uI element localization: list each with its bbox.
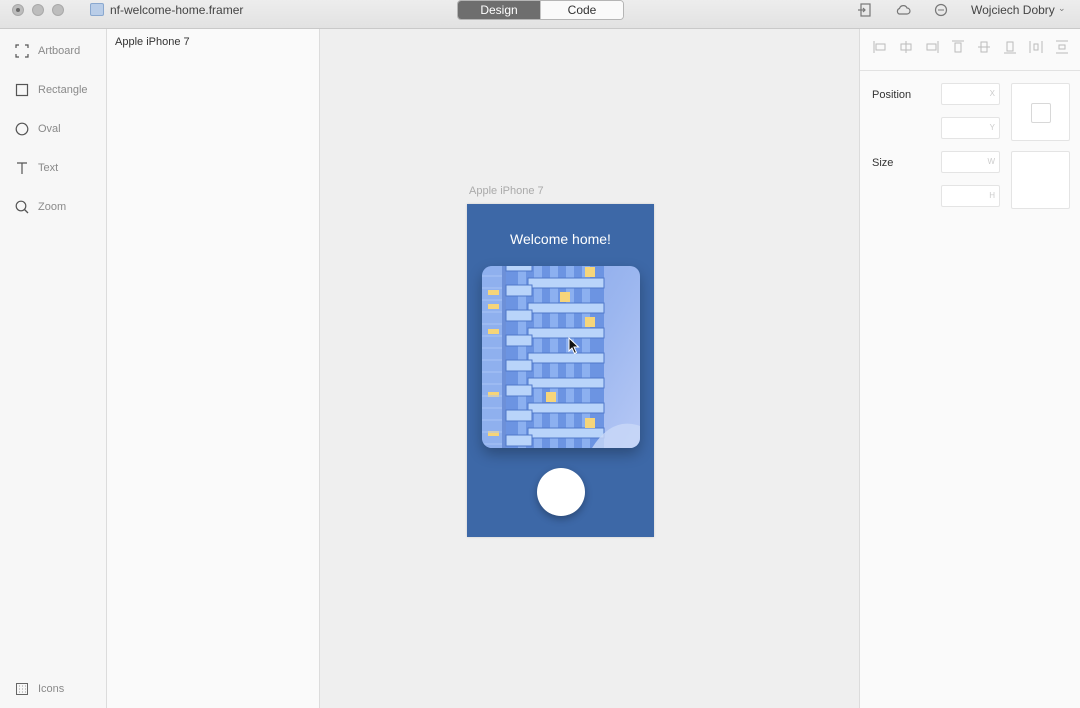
- layer-item[interactable]: Apple iPhone 7: [115, 36, 190, 48]
- building-illustration: [482, 266, 640, 448]
- align-left-icon[interactable]: [872, 39, 888, 55]
- artboard[interactable]: Welcome home!: [467, 204, 654, 537]
- distribute-horizontal-icon[interactable]: [1028, 39, 1044, 55]
- align-center-vertical-icon[interactable]: [976, 39, 992, 55]
- size-height-field[interactable]: H: [941, 185, 1000, 207]
- align-top-icon[interactable]: [950, 39, 966, 55]
- distribute-vertical-icon[interactable]: [1054, 39, 1070, 55]
- tool-label: Artboard: [38, 45, 81, 57]
- position-y-field[interactable]: Y: [941, 117, 1000, 139]
- tool-label: Rectangle: [38, 84, 88, 96]
- rectangle-icon: [15, 83, 29, 97]
- tool-label: Icons: [38, 683, 65, 695]
- tab-design[interactable]: Design: [458, 1, 540, 19]
- x-field-suffix: X: [989, 89, 995, 98]
- chat-icon[interactable]: [933, 3, 949, 17]
- h-field-suffix: H: [989, 191, 995, 200]
- zoom-icon: [15, 200, 29, 214]
- oval-icon: [15, 122, 29, 136]
- grid-icon: [16, 683, 28, 695]
- title-bar: nf-welcome-home.framer Design Code Wojci…: [0, 0, 1080, 29]
- y-field-suffix: Y: [989, 123, 995, 132]
- document-title: nf-welcome-home.framer: [110, 3, 244, 17]
- divider: [860, 70, 1080, 71]
- alignment-toolbar: [872, 39, 1070, 55]
- tool-oval[interactable]: Oval: [14, 120, 61, 138]
- tool-rectangle[interactable]: Rectangle: [14, 81, 88, 99]
- mouse-cursor-icon: [568, 337, 580, 355]
- size-preview: [1011, 151, 1070, 209]
- position-x-field[interactable]: X: [941, 83, 1000, 105]
- align-bottom-icon[interactable]: [1002, 39, 1018, 55]
- tool-label: Oval: [38, 123, 61, 135]
- tool-label: Zoom: [38, 201, 67, 213]
- canvas[interactable]: Apple iPhone 7 Welcome home!: [320, 29, 859, 708]
- position-preview: [1011, 83, 1070, 141]
- w-field-suffix: W: [987, 157, 995, 166]
- exit-icon[interactable]: [857, 3, 873, 17]
- minimize-window-button[interactable]: [32, 4, 44, 16]
- size-label: Size: [872, 157, 894, 169]
- welcome-heading: Welcome home!: [510, 231, 611, 247]
- document-icon: [90, 3, 104, 16]
- tab-code[interactable]: Code: [540, 1, 623, 19]
- tool-text[interactable]: Text: [14, 159, 58, 177]
- artboard-icon: [15, 44, 29, 58]
- inspector-panel: Position X Y Size W H: [859, 29, 1080, 708]
- size-width-field[interactable]: W: [941, 151, 1000, 173]
- cloud-icon[interactable]: [895, 3, 911, 17]
- close-window-button[interactable]: [12, 4, 24, 16]
- text-icon: [17, 162, 27, 174]
- tool-icons[interactable]: Icons: [14, 680, 64, 698]
- artboard-label[interactable]: Apple iPhone 7: [469, 185, 544, 197]
- mode-switcher: Design Code: [457, 0, 624, 20]
- layers-panel: Apple iPhone 7: [107, 29, 320, 708]
- tool-label: Text: [38, 162, 59, 174]
- tool-sidebar: Artboard Rectangle Oval Text Zoom Icons: [0, 29, 107, 708]
- tool-artboard[interactable]: Artboard: [14, 42, 80, 60]
- user-menu[interactable]: Wojciech Dobry: [971, 3, 1055, 17]
- primary-action-button[interactable]: [537, 468, 585, 516]
- align-right-icon[interactable]: [924, 39, 940, 55]
- position-preview-box: [1031, 103, 1051, 123]
- align-center-horizontal-icon[interactable]: [898, 39, 914, 55]
- position-label: Position: [872, 89, 912, 101]
- tool-zoom[interactable]: Zoom: [14, 198, 66, 216]
- chevron-down-icon[interactable]: ⌄: [1058, 3, 1066, 14]
- zoom-window-button[interactable]: [52, 4, 64, 16]
